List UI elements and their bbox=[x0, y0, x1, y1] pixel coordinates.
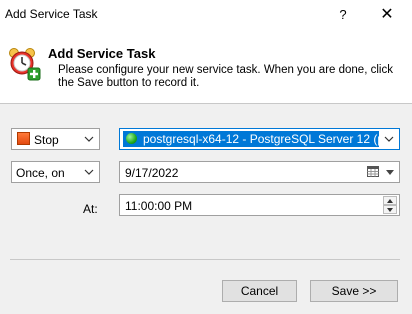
service-status-dot-icon bbox=[126, 133, 137, 144]
arrow-up-icon bbox=[387, 199, 393, 203]
action-select[interactable]: Stop bbox=[11, 128, 100, 150]
help-button[interactable]: ? bbox=[322, 0, 364, 29]
arrow-down-icon bbox=[387, 208, 393, 212]
stop-square-icon bbox=[17, 132, 30, 145]
window-title: Add Service Task bbox=[5, 7, 98, 21]
chevron-down-icon bbox=[84, 169, 94, 175]
spin-up-button[interactable] bbox=[383, 196, 397, 205]
date-value: 9/17/2022 bbox=[125, 166, 179, 180]
header-title: Add Service Task bbox=[48, 46, 156, 61]
chevron-down-icon bbox=[384, 136, 394, 142]
service-select-value: postgresql-x64-12 - PostgreSQL Server 12… bbox=[143, 132, 379, 146]
header-description: Please configure your new service task. … bbox=[58, 64, 393, 89]
chevron-down-icon bbox=[84, 136, 94, 142]
time-value: 11:00:00 PM bbox=[125, 199, 193, 213]
service-select[interactable]: postgresql-x64-12 - PostgreSQL Server 12… bbox=[119, 128, 400, 150]
service-select-highlight: postgresql-x64-12 - PostgreSQL Server 12… bbox=[123, 131, 379, 147]
calendar-icon[interactable] bbox=[367, 166, 379, 177]
time-picker[interactable]: 11:00:00 PM bbox=[119, 194, 400, 216]
action-select-value: Stop bbox=[34, 133, 59, 147]
frequency-select[interactable]: Once, on bbox=[11, 161, 100, 183]
date-picker[interactable]: 9/17/2022 bbox=[119, 161, 400, 183]
footer-divider bbox=[10, 259, 400, 260]
frequency-select-value: Once, on bbox=[16, 166, 65, 180]
alarm-clock-add-icon bbox=[9, 48, 41, 81]
title-bar: Add Service Task ? ✕ bbox=[0, 0, 412, 29]
time-label: At: bbox=[83, 202, 98, 216]
spin-down-button[interactable] bbox=[383, 205, 397, 214]
date-dropdown-arrow-icon[interactable] bbox=[386, 170, 394, 175]
save-button[interactable]: Save >> bbox=[310, 280, 398, 302]
dialog-header: Add Service Task Please configure your n… bbox=[0, 29, 412, 104]
close-button[interactable]: ✕ bbox=[366, 0, 408, 29]
cancel-button[interactable]: Cancel bbox=[222, 280, 297, 302]
